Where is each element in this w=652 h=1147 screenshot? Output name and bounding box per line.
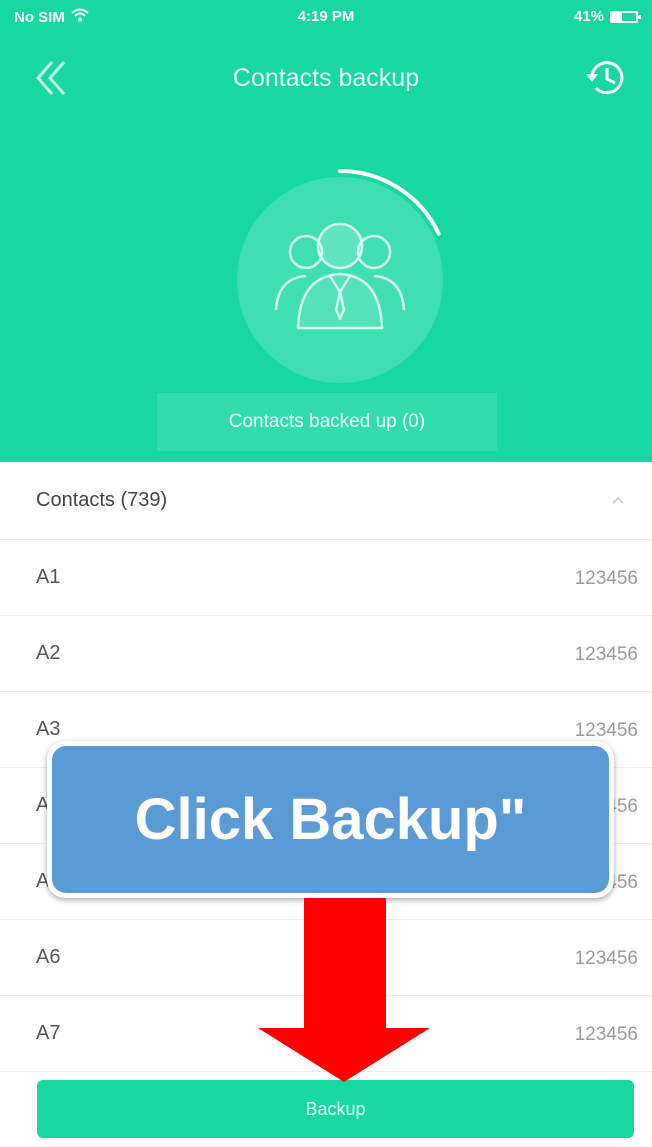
contact-name: A3 (36, 718, 61, 740)
contact-name: A7 (36, 1022, 61, 1044)
battery-percent: 41% (573, 8, 604, 25)
status-right: 41% (573, 8, 641, 25)
battery-icon (610, 10, 641, 23)
contact-row[interactable]: A2 123456 (0, 616, 652, 692)
history-clock-icon (586, 61, 624, 95)
status-bar: No SIM 4:19 PM 41% (0, 0, 652, 40)
backup-progress-ring (220, 160, 460, 400)
chevron-up-icon (608, 490, 628, 510)
contact-number: 123456 (574, 644, 638, 665)
down-arrow-icon (258, 898, 430, 1082)
contacts-count-label: Contacts (739) (36, 489, 168, 511)
battery-fill (612, 12, 622, 21)
battery-tip (638, 14, 641, 19)
backup-button[interactable]: Backup (37, 1080, 634, 1138)
contact-name: A6 (36, 946, 61, 968)
contacts-section-header[interactable]: Contacts (739) (0, 462, 652, 540)
contact-number: 123456 (574, 1024, 638, 1045)
header-panel: No SIM 4:19 PM 41% Contacts backup Conta… (0, 0, 652, 462)
contact-number: 123456 (574, 948, 638, 969)
status-time: 4:19 PM (297, 8, 355, 25)
instruction-callout: Click Backup" (47, 741, 614, 898)
contact-number: 123456 (574, 568, 638, 589)
page-title: Contacts backup (232, 64, 420, 92)
backed-up-label: Contacts backed up (0) (157, 393, 497, 451)
contact-number: 123456 (574, 720, 638, 741)
contact-row[interactable]: A1 123456 (0, 540, 652, 616)
contact-name: A2 (36, 642, 61, 664)
instruction-callout-text: Click Backup" (52, 746, 609, 893)
history-button[interactable] (582, 54, 630, 102)
nav-bar: Contacts backup (0, 50, 652, 106)
contact-name: A1 (36, 566, 61, 588)
